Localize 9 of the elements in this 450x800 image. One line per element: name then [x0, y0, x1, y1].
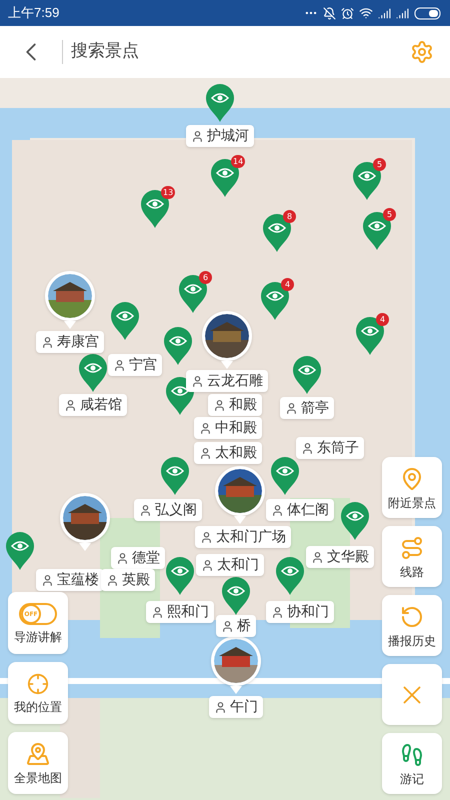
search-field[interactable]: 搜索景点	[71, 39, 410, 65]
signal-icon	[378, 6, 391, 20]
battery-icon	[414, 6, 442, 20]
settings-icon[interactable]	[410, 40, 434, 64]
clock-time: 上午7:59	[8, 4, 60, 22]
alarm-icon	[341, 6, 354, 20]
wifi-icon	[359, 6, 373, 20]
mute-icon	[323, 6, 336, 20]
signal-icon	[396, 6, 409, 20]
